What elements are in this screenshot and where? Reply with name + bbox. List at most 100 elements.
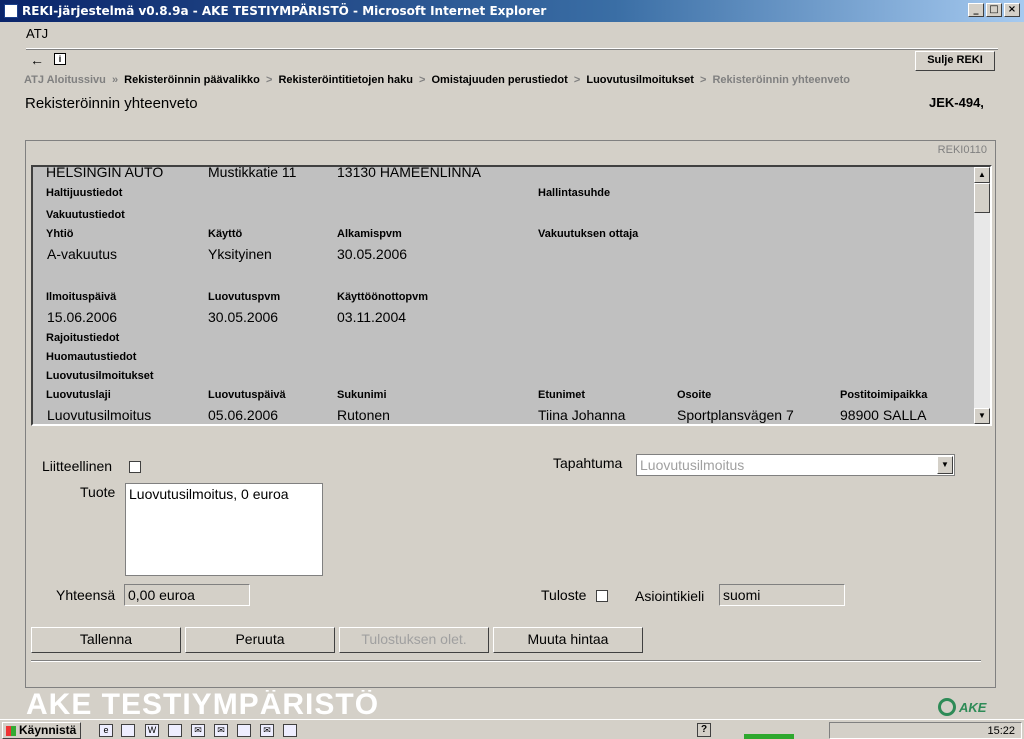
close-reki-button[interactable]: Sulje REKI: [915, 51, 995, 71]
maximize-button[interactable]: □: [986, 3, 1002, 17]
scroll-down-icon[interactable]: ▼: [974, 408, 990, 424]
liitteellinen-checkbox[interactable]: [129, 461, 141, 473]
peruuta-button[interactable]: Peruuta: [185, 627, 335, 653]
first-names-value: Tiina Johanna: [538, 407, 626, 423]
breadcrumb-item-transfers[interactable]: Luovutusilmoitukset: [586, 74, 694, 86]
first-names-header: Etunimet: [538, 389, 586, 401]
ake-logo-icon: [938, 698, 956, 716]
insurance-company-header: Yhtiö: [46, 228, 74, 240]
muuta-hintaa-button[interactable]: Muuta hintaa: [493, 627, 643, 653]
ie-quicklaunch-icon[interactable]: e: [99, 724, 113, 737]
clock: 15:22: [987, 725, 1015, 737]
breadcrumb-item-ownership[interactable]: Omistajuuden perustiedot: [431, 74, 567, 86]
breadcrumb-item-search[interactable]: Rekisteröintitietojen haku: [278, 74, 412, 86]
insurance-taker-header: Vakuutuksen ottaja: [538, 228, 639, 240]
breadcrumb: ATJ Aloitussivu » Rekisteröinnin päävali…: [24, 74, 850, 86]
breadcrumb-separator: >: [418, 74, 426, 86]
toolbar-divider: [26, 48, 998, 50]
mail3-quicklaunch-icon[interactable]: ✉: [260, 724, 274, 737]
window-controls: _ □ ×: [968, 3, 1020, 17]
notification-date-value: 15.06.2006: [47, 309, 118, 325]
summary-panel[interactable]: HELSINGIN AUTO Mustikkatie 11 13130 HAME…: [31, 165, 992, 426]
scroll-up-icon[interactable]: ▲: [974, 167, 990, 183]
tuote-textarea[interactable]: Luovutusilmoitus, 0 euroa: [125, 483, 323, 576]
registration-plate: JEK-494,: [929, 95, 984, 110]
print-settings-button[interactable]: Tulostuksen olet.: [339, 627, 489, 653]
chevron-down-icon[interactable]: ▼: [937, 456, 953, 474]
main-panel: REKI0110 HELSINGIN AUTO Mustikkatie 11 1…: [25, 140, 996, 688]
page-title: Rekisteröinnin yhteenveto: [25, 95, 198, 112]
page-content: ATJ ← i Sulje REKI ATJ Aloitussivu » Rek…: [4, 22, 1020, 719]
asiointikieli-field: suomi: [719, 584, 845, 606]
form-code: REKI0110: [937, 144, 987, 156]
insurance-start-value: 30.05.2006: [337, 246, 408, 262]
tapahtuma-label: Tapahtuma: [553, 455, 623, 471]
tapahtuma-selected-value: Luovutusilmoitus: [640, 457, 745, 473]
scroll-thumb[interactable]: [974, 183, 990, 213]
huomautustiedot-heading: Huomautustiedot: [46, 351, 137, 363]
insurance-usage-value: Yksityinen: [208, 246, 272, 262]
media-quicklaunch-icon[interactable]: [168, 724, 182, 737]
insurance-company-value: A-vakuutus: [47, 246, 118, 262]
breadcrumb-separator: >: [699, 74, 707, 86]
tallenna-button[interactable]: Tallenna: [31, 627, 181, 653]
tuloste-checkbox[interactable]: [596, 590, 608, 602]
breadcrumb-item-main-menu[interactable]: Rekisteröinnin päävalikko: [124, 74, 260, 86]
app2-quicklaunch-icon[interactable]: [237, 724, 251, 737]
breadcrumb-item-current: Rekisteröinnin yhteenveto: [712, 74, 851, 86]
surname-value: Rutonen: [337, 407, 390, 423]
minimize-button[interactable]: _: [968, 3, 984, 17]
start-button[interactable]: Käynnistä: [2, 722, 82, 739]
breadcrumb-item-atj-home[interactable]: ATJ Aloitussivu: [24, 74, 106, 86]
window-title: REKI-järjestelmä v0.8.9a - AKE TESTIYMPÄ…: [22, 4, 547, 18]
atj-label: ATJ: [26, 26, 49, 41]
summary-content: HELSINGIN AUTO Mustikkatie 11 13130 HAME…: [33, 167, 976, 424]
luovutusilmoitukset-heading: Luovutusilmoitukset: [46, 370, 154, 382]
rajoitustiedot-heading: Rajoitustiedot: [46, 332, 120, 344]
app-quicklaunch-icon[interactable]: [121, 724, 135, 737]
back-arrow-icon[interactable]: ←: [30, 53, 44, 67]
post-office-value: 98900 SALLA: [840, 407, 927, 423]
close-window-button[interactable]: ×: [1004, 3, 1020, 17]
word-quicklaunch-icon[interactable]: W: [145, 724, 159, 737]
address-value: Sportplansvägen 7: [677, 407, 794, 423]
commissioning-date-value: 03.11.2004: [337, 309, 407, 325]
document-quicklaunch-icon[interactable]: [283, 724, 297, 737]
ake-logo: AKE: [938, 698, 986, 716]
owner-name: HELSINGIN AUTO: [46, 167, 164, 180]
address-header: Osoite: [677, 389, 712, 401]
vakuutustiedot-heading: Vakuutustiedot: [46, 209, 125, 221]
surname-header: Sukunimi: [337, 389, 387, 401]
post-office-header: Postitoimipaikka: [840, 389, 928, 401]
insurance-usage-header: Käyttö: [208, 228, 243, 240]
owner-postal: 13130 HAMEENLINNA: [337, 167, 481, 180]
tuote-label: Tuote: [80, 484, 116, 500]
owner-address: Mustikkatie 11: [208, 167, 297, 180]
commissioning-date-header: Käyttöönottopvm: [337, 291, 429, 303]
progress-indicator: [744, 734, 794, 739]
form-divider: [31, 660, 981, 662]
taskbar: Käynnistä e W ✉ ✉ ✉ ? 15:22: [0, 719, 1024, 739]
mail2-quicklaunch-icon[interactable]: ✉: [214, 724, 228, 737]
insurance-start-header: Alkamispvm: [337, 228, 402, 240]
summary-scrollbar[interactable]: ▲ ▼: [974, 167, 990, 424]
tapahtuma-select[interactable]: Luovutusilmoitus ▼: [636, 454, 955, 476]
breadcrumb-separator: >: [573, 74, 581, 86]
notification-date-header: Ilmoituspäivä: [46, 291, 117, 303]
info-icon[interactable]: i: [54, 53, 66, 65]
yhteensa-field: 0,00 euroa: [124, 584, 250, 606]
breadcrumb-separator: >: [265, 74, 273, 86]
transfer-type-header: Luovutuslaji: [46, 389, 111, 401]
ake-logo-text: AKE: [959, 699, 987, 715]
haltijuustiedot-heading: Haltijuustiedot: [46, 187, 123, 199]
yhteensa-label: Yhteensä: [56, 587, 116, 603]
breadcrumb-separator: »: [111, 74, 119, 86]
hallintasuhde-heading: Hallintasuhde: [538, 187, 611, 199]
help-icon[interactable]: ?: [697, 723, 711, 737]
liitteellinen-label: Liitteellinen: [42, 458, 113, 474]
ie-app-icon: [4, 4, 18, 18]
transfer-type-value: Luovutusilmoitus: [47, 407, 152, 423]
transfer-day-header: Luovutuspäivä: [208, 389, 286, 401]
environment-banner: AKE TESTIYMPÄRISTÖ: [26, 690, 380, 719]
mail-quicklaunch-icon[interactable]: ✉: [191, 724, 205, 737]
